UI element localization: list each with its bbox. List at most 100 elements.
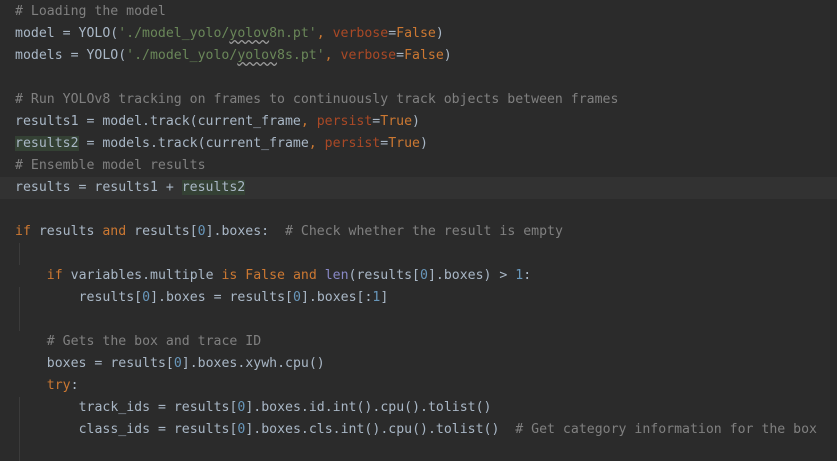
code-text: model = YOLO('./model_yolo/yolov8n.pt', … xyxy=(15,23,444,45)
code-token: class_ids = results[ xyxy=(78,422,238,437)
code-text: # Run YOLOv8 tracking on frames to conti… xyxy=(15,89,618,111)
code-token: 0 xyxy=(197,224,206,239)
code-token: ) xyxy=(412,114,420,129)
code-line[interactable]: results1 = model.track(current_frame, pe… xyxy=(0,111,837,133)
code-token: results1 = model.track(current_frame xyxy=(15,114,301,129)
code-token: yolov xyxy=(229,26,270,41)
code-token: if xyxy=(15,224,39,239)
code-token: True xyxy=(388,136,420,151)
indent-guide xyxy=(19,441,20,461)
code-token: : xyxy=(70,378,79,393)
code-token: False xyxy=(396,26,436,41)
indent-guide xyxy=(19,397,20,419)
code-editor[interactable]: # Loading the model model = YOLO('./model… xyxy=(0,0,837,461)
code-token: ].boxes) > xyxy=(427,268,516,283)
code-text: boxes = results[0].boxes.xywh.cpu() xyxy=(47,353,325,375)
code-text: # Gets the box and trace ID xyxy=(47,331,261,353)
code-token: is False and xyxy=(221,268,325,283)
code-token: './model_yolo/ xyxy=(126,48,238,63)
code-token: persist xyxy=(316,114,373,129)
code-token: = xyxy=(388,26,397,41)
code-token: ] xyxy=(380,290,389,305)
code-token: = models.track(current_frame xyxy=(78,136,309,151)
code-token: # Loading the model xyxy=(15,4,166,19)
code-text: if variables.multiple is False and len(r… xyxy=(47,265,531,287)
code-token: ].boxes.xywh.cpu() xyxy=(181,356,325,371)
code-token: # Check whether the result is empty xyxy=(285,224,563,239)
code-token: 8n.pt' xyxy=(269,26,317,41)
code-line[interactable]: track_ids = results[0].boxes.id.int().cp… xyxy=(0,397,837,419)
code-token: , xyxy=(316,26,333,41)
code-token: 0 xyxy=(293,290,301,305)
code-token: ].boxes = results[ xyxy=(150,290,293,305)
code-token: results[ xyxy=(134,224,198,239)
code-line[interactable]: results = results1 + results2 xyxy=(0,177,837,199)
code-line[interactable] xyxy=(0,309,837,331)
code-token: persist xyxy=(324,136,381,151)
code-token: results xyxy=(38,224,103,239)
code-token: = xyxy=(380,136,389,151)
indent-guide xyxy=(19,243,20,265)
code-line[interactable]: model = YOLO('./model_yolo/yolov8n.pt', … xyxy=(0,23,837,45)
code-line[interactable]: # Gets the box and trace ID xyxy=(0,331,837,353)
code-token: ].boxes: xyxy=(205,224,286,239)
code-token: results2 xyxy=(181,180,246,195)
code-token: ) xyxy=(419,136,428,151)
code-token: and xyxy=(102,224,135,239)
code-line[interactable]: if variables.multiple is False and len(r… xyxy=(0,265,837,287)
code-token: variables.multiple xyxy=(70,268,222,283)
code-line[interactable]: models = YOLO('./model_yolo/yolov8s.pt',… xyxy=(0,45,837,67)
code-line[interactable]: results[0].boxes = results[0].boxes[:1] xyxy=(0,287,837,309)
code-text: try: xyxy=(47,375,79,397)
code-line[interactable]: boxes = results[0].boxes.xywh.cpu() xyxy=(0,353,837,375)
code-token: if xyxy=(46,268,71,283)
code-line[interactable]: # Run YOLOv8 tracking on frames to conti… xyxy=(0,89,837,111)
code-token: boxes = results[ xyxy=(46,356,174,371)
code-text: results1 = model.track(current_frame, pe… xyxy=(15,111,420,133)
code-text: results2 = models.track(current_frame, p… xyxy=(15,133,428,155)
code-token: track_ids = results[ xyxy=(78,400,238,415)
code-token: # Run YOLOv8 tracking on frames to conti… xyxy=(15,92,619,107)
code-line[interactable]: class_ids = results[0].boxes.cls.int().c… xyxy=(0,419,837,441)
code-token: './model_yolo/ xyxy=(118,26,230,41)
code-token: # Get category information for the box xyxy=(515,422,817,437)
code-text: class_ids = results[0].boxes.cls.int().c… xyxy=(79,419,817,441)
code-token: ) xyxy=(443,48,452,63)
code-line[interactable]: results2 = models.track(current_frame, p… xyxy=(0,133,837,155)
code-line[interactable]: # Ensemble model results xyxy=(0,155,837,177)
code-token: verbose xyxy=(340,48,397,63)
code-line[interactable] xyxy=(0,199,837,221)
code-token: : xyxy=(523,268,532,283)
code-token: ].boxes[: xyxy=(300,290,373,305)
code-token: # Ensemble model results xyxy=(15,158,206,173)
code-token: models = YOLO( xyxy=(15,48,127,63)
code-token: 0 xyxy=(142,290,151,305)
code-line[interactable] xyxy=(0,243,837,265)
code-text: results = results1 + results2 xyxy=(15,177,246,199)
code-token: ) xyxy=(435,26,444,41)
code-token: model = YOLO( xyxy=(15,26,119,41)
code-token: True xyxy=(380,114,413,129)
code-token: (results[ xyxy=(348,268,420,283)
code-line[interactable]: if results and results[0].boxes: # Check… xyxy=(0,221,837,243)
code-token: 0 xyxy=(173,356,182,371)
code-line[interactable] xyxy=(0,67,837,89)
code-line[interactable] xyxy=(0,441,837,461)
code-text: # Ensemble model results xyxy=(15,155,206,177)
code-token: , xyxy=(300,114,317,129)
code-token: 8s.pt' xyxy=(277,48,325,63)
code-token: results = results1 + xyxy=(15,180,182,195)
indent-guide xyxy=(19,287,20,309)
code-line[interactable]: try: xyxy=(0,375,837,397)
code-token: len xyxy=(324,268,349,283)
code-token: = xyxy=(396,48,405,63)
code-token: , xyxy=(324,48,341,63)
code-token: results2 xyxy=(15,136,79,151)
code-token: # Gets the box and trace ID xyxy=(46,334,262,349)
code-token: verbose xyxy=(332,26,389,41)
code-text: if results and results[0].boxes: # Check… xyxy=(15,221,563,243)
code-token: , xyxy=(308,136,325,151)
code-text: # Loading the model xyxy=(15,1,166,23)
code-line[interactable]: # Loading the model xyxy=(0,1,837,23)
code-token: 0 xyxy=(420,268,428,283)
